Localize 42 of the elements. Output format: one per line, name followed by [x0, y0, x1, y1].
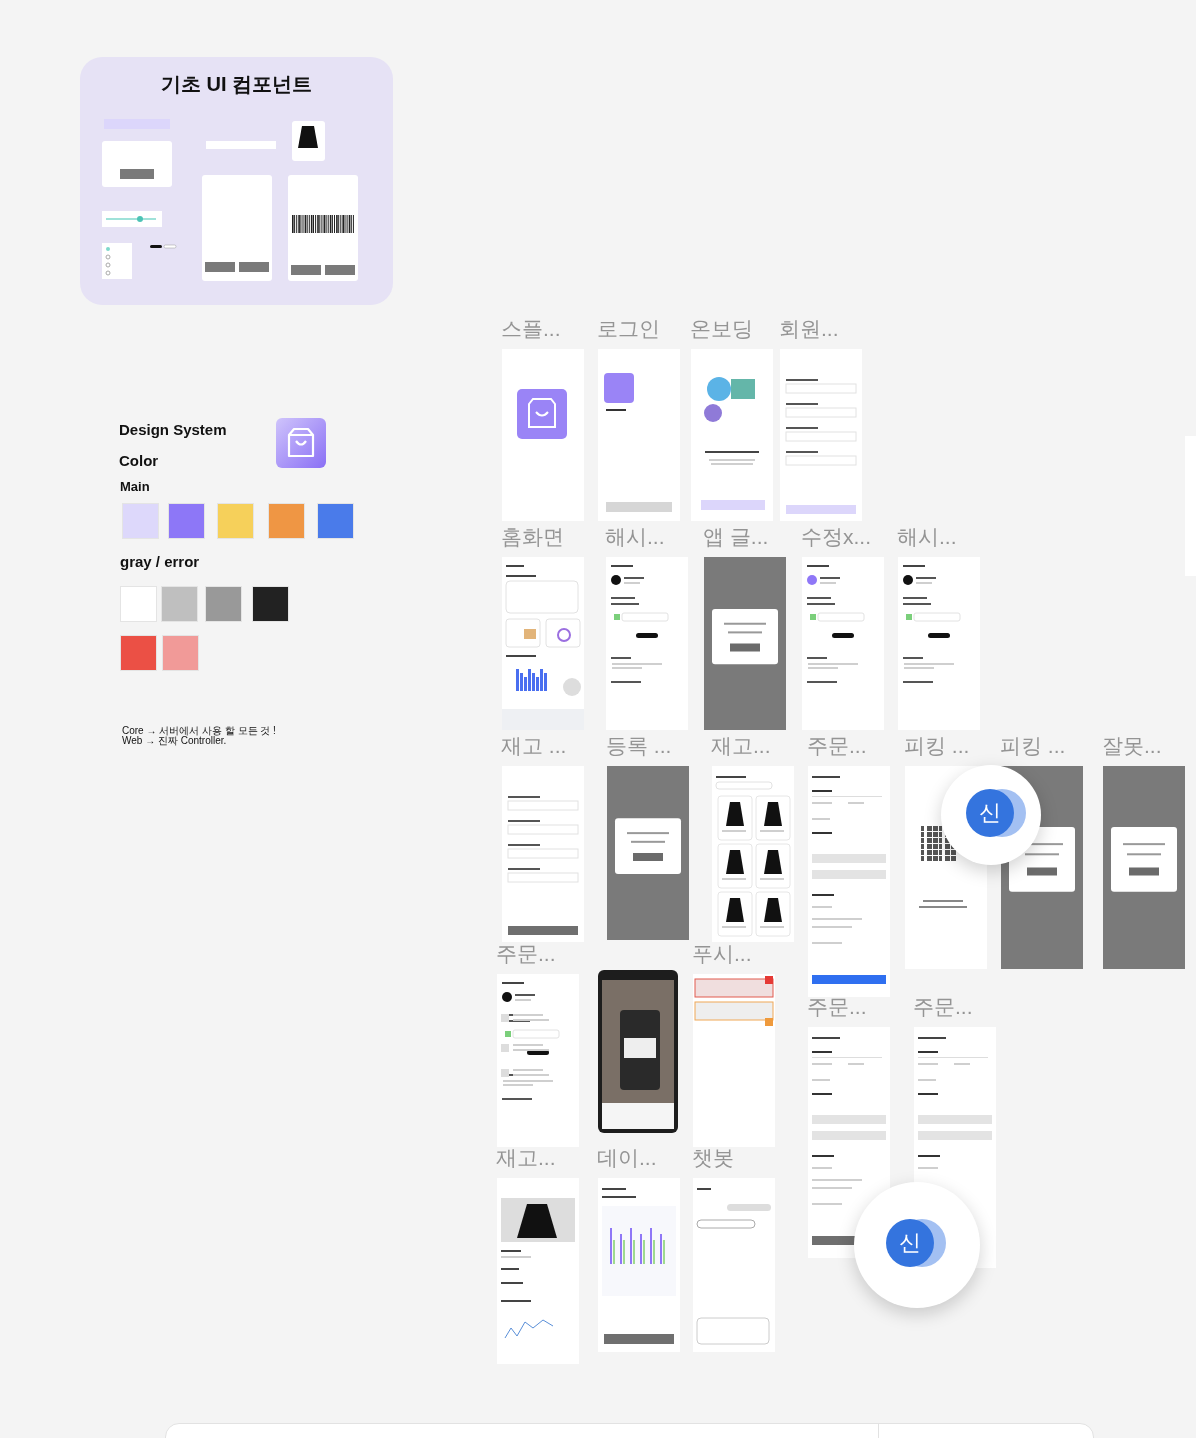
frame-title: 홈화면 [501, 525, 564, 549]
subheading: gray / error [120, 553, 200, 570]
frame-title: 잘못... [1102, 734, 1162, 758]
avatar-initial: 신 [886, 1219, 934, 1267]
screen-frame[interactable] [606, 557, 688, 730]
bag-logo-icon [276, 418, 326, 468]
screen-mockup-drawing [517, 389, 567, 439]
screen-frame[interactable] [802, 557, 884, 730]
frame-title: 데이... [597, 1146, 657, 1170]
subheading: Main [120, 479, 150, 494]
frame-title: 피킹 ... [904, 734, 970, 758]
frame-title: 등록 ... [606, 734, 672, 758]
screen-mockup-drawing [1111, 826, 1177, 892]
screen-mockup-drawing [712, 608, 778, 665]
frame-title: 주문... [807, 734, 867, 758]
frame-title: 해시... [605, 525, 665, 549]
frame-title: 스플... [501, 317, 561, 341]
frame-title: 주문... [807, 995, 867, 1019]
frame-title: 푸시... [692, 942, 752, 966]
frame-title: 재고... [711, 734, 771, 758]
frame-title: 재고... [496, 1146, 556, 1170]
avatar-initial: 신 [966, 789, 1014, 837]
section-heading: Color [119, 452, 159, 469]
frame-title: 온보딩 [690, 317, 753, 341]
frame-title: 회원... [779, 317, 839, 341]
frame-title: 피킹 ... [1000, 734, 1066, 758]
screen-frame[interactable] [497, 1178, 579, 1364]
frame-title: 해시... [897, 525, 957, 549]
screen-frame[interactable] [497, 974, 579, 1147]
frame-title: 주문... [913, 995, 973, 1019]
screen-frame[interactable] [712, 766, 794, 942]
frame-title: 주문... [496, 942, 556, 966]
frame-title: 수정x... [801, 525, 871, 549]
board-title: 기초 UI 컴포넌트 [159, 72, 314, 97]
frame-title: 앱 글... [703, 525, 769, 549]
frame-title: 재고 ... [501, 734, 567, 758]
section-heading: Design System [119, 421, 227, 438]
screen-mockup-drawing [615, 818, 681, 874]
screen-frame[interactable] [898, 557, 980, 730]
frame-title: 챗봇 [692, 1146, 734, 1170]
frame-title: 로그인 [597, 317, 660, 341]
note-text: Core → 서버에서 사용 할 모든 것 ! Web → 진짜 Controller. [122, 726, 276, 746]
